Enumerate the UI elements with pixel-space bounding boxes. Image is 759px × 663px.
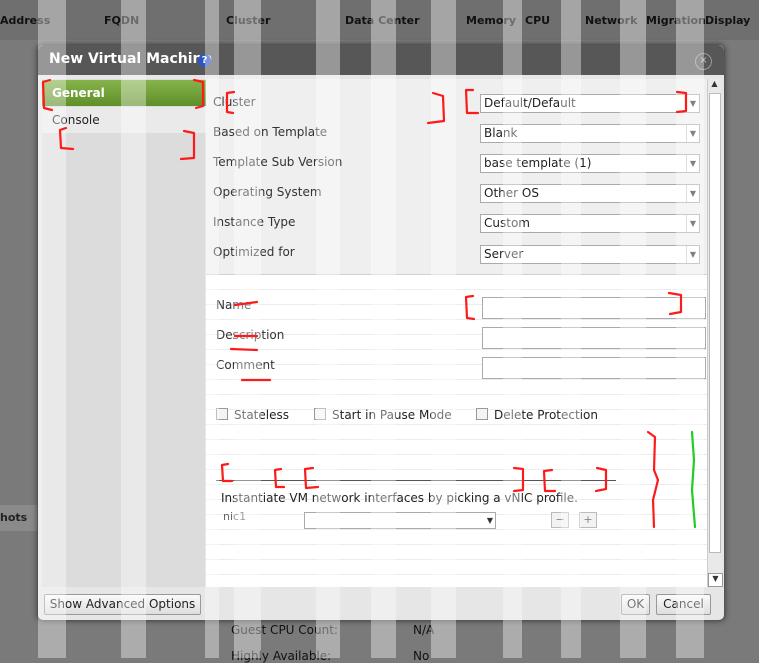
os-label: Operating System [213, 185, 322, 199]
column-header-display[interactable]: Display [705, 14, 750, 27]
scroll-thumb[interactable] [709, 93, 721, 553]
overlay-stripe [431, 0, 456, 658]
background-snapshots-tab[interactable]: hots [0, 505, 38, 531]
template-label: Based on Template [213, 125, 328, 139]
scroll-down-icon[interactable]: ▼ [708, 573, 723, 587]
overlay-stripe [316, 0, 340, 658]
highly-available-value: No [413, 649, 430, 663]
column-header-cpu[interactable]: CPU [525, 14, 550, 27]
dropdown-arrow-icon: ▼ [486, 516, 494, 525]
overlay-stripe [620, 0, 646, 658]
checkbox-box[interactable] [476, 408, 488, 420]
divider [216, 480, 616, 481]
content-scrollbar[interactable]: ▲ ▼ [707, 79, 723, 587]
snapshots-tab-label: hots [0, 511, 28, 524]
overlay-stripe [38, 0, 66, 658]
overlay-stripe [121, 0, 146, 658]
vnic-instruction: Instantiate VM network interfaces by pic… [221, 491, 578, 505]
overlay-stripe [234, 0, 261, 658]
overlay-stripe [371, 0, 396, 658]
overlay-stripe [676, 0, 704, 658]
scroll-up-icon[interactable]: ▲ [708, 79, 721, 91]
overlay-stripe [561, 0, 581, 658]
add-nic-button[interactable]: + [579, 512, 597, 528]
overlay-stripe [503, 0, 522, 658]
overlay-stripe [205, 0, 219, 658]
